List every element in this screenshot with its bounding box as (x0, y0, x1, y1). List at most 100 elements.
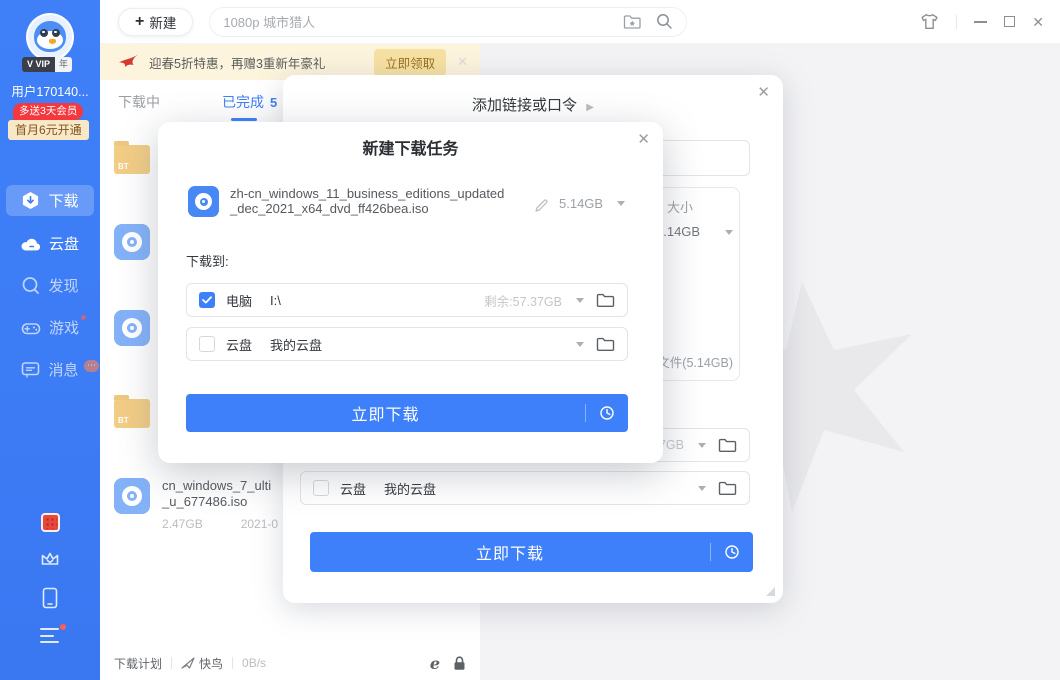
download-now-button[interactable]: 立即下载 (186, 394, 628, 432)
scheduled-download-button[interactable] (711, 544, 753, 560)
save-to-cloud-row[interactable]: 云盘 我的云盘 (300, 471, 750, 505)
menu-icon[interactable] (40, 628, 59, 648)
list-item[interactable] (114, 310, 150, 346)
gamepad-icon (21, 320, 41, 336)
lock-icon[interactable] (453, 656, 466, 671)
download-now-button[interactable]: 立即下载 (310, 532, 753, 572)
avatar[interactable] (26, 13, 74, 61)
file-name-line1: cn_windows_7_ulti (162, 478, 278, 494)
minimize-button[interactable] (974, 21, 987, 23)
list-item[interactable] (114, 224, 150, 260)
open-folder-icon[interactable] (596, 337, 615, 352)
vip-offer-badge[interactable]: 首月6元开通 (8, 120, 89, 140)
computer-checkbox[interactable] (199, 292, 215, 308)
vip-badge-year: 年 (55, 57, 72, 72)
download-plan-link[interactable]: 下载计划 (114, 655, 162, 672)
notification-dot (60, 624, 66, 630)
size-dropdown-icon[interactable] (725, 230, 733, 235)
sidebar-item-message[interactable]: 消息 ⋯ (0, 354, 100, 385)
path-dropdown-icon[interactable] (698, 486, 706, 491)
vip-badge-left: V VIP (22, 57, 55, 72)
banner-close-icon[interactable]: ✕ (457, 54, 468, 70)
completed-count: 5 (270, 95, 277, 110)
path-dropdown-icon[interactable] (576, 298, 584, 303)
add-link-title[interactable]: 添加链接或口令 ▶ (283, 94, 783, 115)
search-input[interactable]: 1080p 城市猎人 (209, 7, 687, 37)
cloud-icon (21, 236, 41, 252)
sidebar-item-game[interactable]: 游戏 (0, 312, 100, 343)
iso-disc-icon (114, 224, 150, 260)
size-column-header: 大小 (667, 197, 693, 216)
cloud-name: 我的云盘 (270, 335, 322, 354)
cloud-checkbox[interactable] (199, 336, 215, 352)
list-item[interactable]: BT (114, 140, 150, 174)
open-folder-icon[interactable] (596, 293, 615, 308)
computer-path: I:\ (270, 293, 281, 308)
new-task-dialog: ✕ 新建下载任务 zh-cn_windows_11_business_editi… (158, 122, 663, 463)
path-dropdown-icon[interactable] (698, 443, 706, 448)
folder-star-icon[interactable] (623, 14, 642, 30)
window-controls: ✕ (920, 13, 1060, 30)
cloud-checkbox[interactable] (313, 480, 329, 496)
iso-disc-icon (114, 478, 150, 514)
sidebar-item-download[interactable]: 下载 (0, 185, 100, 216)
message-icon (21, 361, 40, 378)
ie-browser-icon[interactable]: e (430, 654, 440, 673)
mobile-phone-icon[interactable] (41, 587, 59, 609)
sidebar-item-label: 云盘 (49, 233, 79, 254)
fast-bird-link[interactable]: 快鸟 (199, 655, 223, 672)
check-in-icon[interactable] (41, 513, 60, 532)
status-bar: 下载计划 快鸟 0B/s e (100, 646, 480, 680)
vip-crown-icon[interactable] (39, 548, 61, 569)
new-task-title: 新建下载任务 (158, 135, 663, 159)
speed-text: 0B/s (242, 656, 266, 670)
task-size: 5.14GB (559, 196, 603, 211)
close-window-button[interactable]: ✕ (1032, 15, 1044, 29)
bt-label: BT (118, 416, 129, 425)
sidebar-item-discover[interactable]: 发现 (0, 270, 100, 301)
app-window: + 新建 1080p 城市猎人 ✕ (0, 0, 1060, 680)
timer-clock-icon (599, 405, 615, 421)
download-icon (21, 191, 40, 210)
remaining-space: 剩余:57.37GB (484, 291, 562, 310)
path-dropdown-icon[interactable] (576, 342, 584, 347)
discover-icon (21, 276, 40, 295)
save-to-cloud-row[interactable]: 云盘 我的云盘 (186, 327, 628, 361)
maximize-button[interactable] (1004, 16, 1015, 27)
cloud-label: 云盘 (340, 479, 366, 498)
open-folder-icon[interactable] (718, 438, 737, 453)
toolbar: + 新建 1080p 城市猎人 ✕ (100, 0, 1060, 44)
open-folder-icon[interactable] (718, 481, 737, 496)
save-to-computer-row[interactable]: 电脑 I:\ 剩余:57.37GB (186, 283, 628, 317)
bt-label: BT (118, 162, 129, 171)
notification-dot (81, 315, 86, 320)
theme-shirt-icon[interactable] (920, 13, 939, 30)
claim-button[interactable]: 立即领取 (374, 49, 446, 76)
sidebar-item-cloud[interactable]: 云盘 (0, 228, 100, 259)
list-item[interactable]: BT (114, 394, 150, 428)
list-item[interactable]: cn_windows_7_ulti _u_677486.iso 2.47GB 2… (114, 478, 278, 531)
timer-clock-icon (724, 544, 740, 560)
promo-text: 迎春5折特惠，再赠3重新年豪礼 (149, 53, 374, 72)
edit-name-icon[interactable] (534, 198, 549, 213)
size-dropdown-icon[interactable] (617, 201, 625, 206)
penguin-eye (52, 29, 60, 37)
iso-disc-icon (114, 310, 150, 346)
file-date: 2021-0 (241, 517, 278, 531)
username: 用户170140... (0, 81, 100, 100)
tab-downloading[interactable]: 下载中 (118, 92, 160, 112)
resize-handle[interactable] (766, 587, 775, 596)
file-name-line2: _dec_2021_x64_dvd_ff426bea.iso (230, 201, 530, 216)
bt-folder-icon: BT (114, 145, 150, 174)
vip-badge[interactable]: V VIP 年 (22, 57, 72, 72)
download-now-label: 立即下载 (186, 401, 585, 425)
new-task-label: 新建 (149, 12, 176, 32)
scheduled-download-button[interactable] (586, 405, 628, 421)
tab-completed-label: 已完成 (222, 92, 264, 112)
search-icon[interactable] (656, 13, 673, 30)
check-icon (202, 296, 212, 304)
new-task-button[interactable]: + 新建 (118, 8, 193, 36)
vip-bonus-badge[interactable]: 多送3天会员 (13, 103, 83, 120)
search-text: 1080p 城市猎人 (223, 12, 609, 31)
tab-completed[interactable]: 已完成 5 (222, 92, 277, 112)
